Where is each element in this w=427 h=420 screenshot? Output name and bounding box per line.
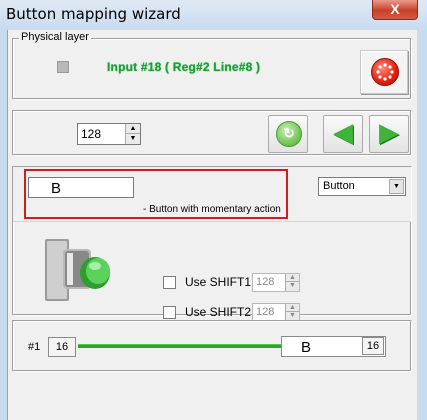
physical-layer-legend: Physical layer [19, 31, 91, 43]
spin-up-icon[interactable]: ▲ [286, 304, 299, 312]
shift1-value[interactable]: 128 [256, 276, 274, 288]
forward-button[interactable]: ▶ [369, 115, 409, 153]
spin-up-icon[interactable]: ▲ [286, 274, 299, 282]
physical-layer-group: Physical layer Input #18 ( Reg#2 Line#8 … [12, 31, 412, 100]
action-description: - Button with momentary action [143, 204, 281, 215]
number-spin-input[interactable]: 128 ▲ ▼ [77, 123, 141, 145]
spin-up-icon[interactable]: ▲ [126, 124, 140, 134]
action-type-value[interactable]: Button [323, 180, 355, 192]
reset-button[interactable] [360, 50, 408, 94]
shift2-label[interactable]: Use SHIFT2 [185, 305, 251, 319]
mapping-connector-line [78, 344, 281, 348]
line-prefix-label: #1 [28, 341, 41, 353]
mapped-key-value[interactable]: B [301, 339, 311, 356]
refresh-icon: ↻ [276, 121, 302, 147]
dialog-client-area: Physical layer Input #18 ( Reg#2 Line#8 … [7, 30, 417, 420]
left-value-box[interactable]: 16 [48, 337, 76, 357]
number-spinner[interactable]: ▲ ▼ [125, 124, 140, 144]
push-button-icon [45, 239, 110, 301]
key-input-value[interactable]: B [51, 180, 61, 197]
action-type-select[interactable]: Button ▼ [318, 177, 406, 196]
input-status-indicator [57, 61, 69, 73]
shift2-checkbox[interactable] [163, 306, 176, 319]
window-title: Button mapping wizard [6, 5, 181, 23]
mapping-group: B - Button with momentary action Button … [12, 166, 412, 322]
spin-down-icon[interactable]: ▼ [126, 134, 140, 144]
chevron-down-icon[interactable]: ▼ [389, 179, 404, 194]
refresh-glyph: ↻ [283, 125, 295, 141]
navigation-group: 128 ▲ ▼ ↻ ◀ ▶ [12, 110, 412, 156]
spin-down-icon[interactable]: ▼ [286, 312, 299, 320]
input-info-label: Input #18 ( Reg#2 Line#8 ) [107, 60, 261, 74]
window-frame-right [417, 30, 427, 420]
refresh-button[interactable]: ↻ [268, 115, 308, 153]
mapping-header: B - Button with momentary action Button … [13, 167, 411, 222]
line-mapping-group: #1 16 B 16 [12, 320, 412, 372]
number-spin-value[interactable]: 128 [81, 127, 101, 141]
shift1-checkbox[interactable] [163, 276, 176, 289]
key-input[interactable]: B [28, 177, 134, 198]
shift1-spinner[interactable]: ▲ ▼ [285, 274, 299, 291]
right-arrow-icon: ▶ [379, 118, 399, 148]
title-bar[interactable]: Button mapping wizard X [0, 0, 427, 30]
reset-dots-icon [376, 63, 394, 81]
shift2-value[interactable]: 128 [256, 306, 274, 318]
shift2-spinner[interactable]: ▲ ▼ [285, 304, 299, 321]
right-value-box[interactable]: 16 [362, 337, 384, 355]
spin-down-icon[interactable]: ▼ [286, 282, 299, 290]
red-reset-icon [371, 58, 399, 86]
back-button[interactable]: ◀ [323, 115, 363, 153]
left-arrow-icon: ◀ [333, 118, 353, 148]
close-button[interactable]: X [372, 0, 418, 20]
shift1-spin-input[interactable]: 128 ▲ ▼ [252, 273, 300, 292]
shift1-label[interactable]: Use SHIFT1 [185, 275, 251, 289]
window-frame-left [0, 30, 7, 420]
